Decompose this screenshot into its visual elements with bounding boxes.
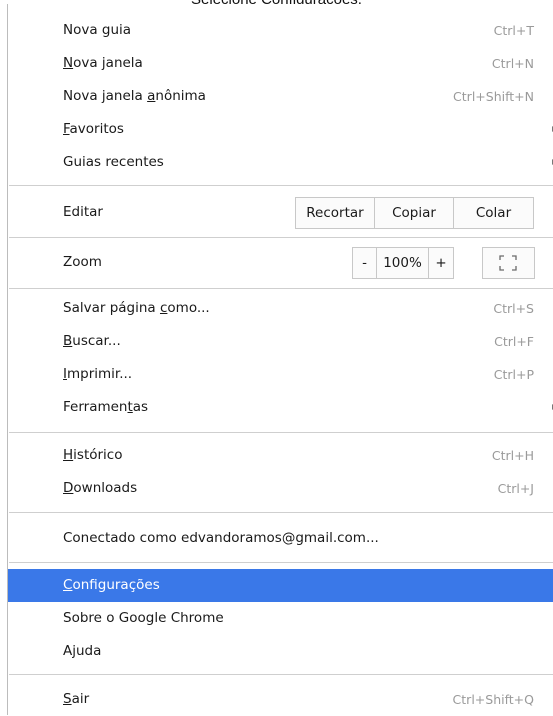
menu-item-shortcut: Ctrl+J xyxy=(497,481,534,496)
label-rest: mprimir... xyxy=(66,366,133,382)
menu-item-conectado[interactable]: Conectado como edvandoramos@gmail.com... xyxy=(8,522,553,555)
chrome-menu: Nova guia Ctrl+T Nova janela Ctrl+N Nova… xyxy=(7,4,553,715)
menu-item-sair[interactable]: Sair Ctrl+Shift+Q xyxy=(8,683,553,716)
menu-item-label: Zoom xyxy=(63,254,102,270)
menu-item-label: Ferramentas xyxy=(63,391,148,424)
zoom-level: 100% xyxy=(376,248,428,278)
menu-item-label: Sair xyxy=(63,683,89,716)
menu-item-label: Downloads xyxy=(63,472,137,505)
mnemonic: B xyxy=(63,333,73,349)
menu-item-imprimir[interactable]: Imprimir... Ctrl+P xyxy=(8,358,553,391)
menu-item-label: Histórico xyxy=(63,439,122,472)
menu-item-ajuda[interactable]: Ajuda xyxy=(8,635,553,668)
label-rest: avoritos xyxy=(69,121,124,137)
separator xyxy=(9,512,553,513)
mnemonic: S xyxy=(63,691,72,707)
label-rest: ownloads xyxy=(73,480,138,496)
label-rest: uscar... xyxy=(72,333,121,349)
menu-item-shortcut: Ctrl+Shift+Q xyxy=(452,692,534,707)
colar-button[interactable]: Colar xyxy=(453,198,533,228)
menu-item-favoritos[interactable]: Favoritos xyxy=(8,113,553,146)
separator xyxy=(9,185,553,186)
menu-item-label: Ajuda xyxy=(63,643,102,659)
label-rest: onfigurações xyxy=(72,577,160,593)
mnemonic: N xyxy=(63,55,74,71)
menu-item-shortcut: Ctrl+N xyxy=(491,56,534,71)
menu-item-shortcut: Ctrl+H xyxy=(491,448,534,463)
label-rest: air xyxy=(71,691,90,707)
mnemonic: D xyxy=(63,480,74,496)
menu-item-nova-guia[interactable]: Nova guia Ctrl+T xyxy=(8,14,553,47)
label-pre: Salvar página xyxy=(63,300,160,316)
zoom-out-button[interactable]: - xyxy=(353,248,376,278)
menu-item-sobre[interactable]: Sobre o Google Chrome xyxy=(8,602,553,635)
fullscreen-icon xyxy=(499,255,517,271)
menu-item-shortcut: Ctrl+F xyxy=(494,334,534,349)
menu-item-buscar[interactable]: Buscar... Ctrl+F xyxy=(8,325,553,358)
copiar-button[interactable]: Copiar xyxy=(374,198,453,228)
menu-item-nova-janela-anonima[interactable]: Nova janela anônima Ctrl+Shift+N xyxy=(8,80,553,113)
fullscreen-button[interactable] xyxy=(482,247,535,279)
label-pre: Nova janela xyxy=(63,88,148,104)
zoom-controls: - 100% + xyxy=(352,247,454,279)
menu-item-shortcut: Ctrl+Shift+N xyxy=(453,89,534,104)
separator xyxy=(9,562,553,563)
menu-item-shortcut: Ctrl+T xyxy=(493,23,534,38)
menu-item-guias-recentes[interactable]: Guias recentes xyxy=(8,146,553,179)
menu-item-label: Buscar... xyxy=(63,325,121,358)
recortar-button[interactable]: Recortar xyxy=(296,198,374,228)
label-rest: ova janela xyxy=(73,55,143,71)
mnemonic: H xyxy=(63,447,74,463)
label-rest: as xyxy=(132,399,149,415)
menu-item-editar: Editar Recortar Copiar Colar xyxy=(8,190,553,234)
menu-item-label: Sobre o Google Chrome xyxy=(63,610,224,626)
menu-item-label: Favoritos xyxy=(63,113,124,146)
menu-item-label: Nova janela anônima xyxy=(63,80,206,113)
menu-item-zoom: Zoom - 100% + xyxy=(8,240,553,284)
menu-item-ferramentas[interactable]: Ferramentas xyxy=(8,391,553,424)
menu-item-salvar-pagina[interactable]: Salvar página como... Ctrl+S xyxy=(8,292,553,325)
label-rest: omo... xyxy=(167,300,210,316)
menu-item-label: Imprimir... xyxy=(63,358,132,391)
menu-item-downloads[interactable]: Downloads Ctrl+J xyxy=(8,472,553,505)
label-pre: Ferramen xyxy=(63,399,128,415)
menu-item-label: Nova guia xyxy=(63,22,132,38)
separator xyxy=(9,288,553,289)
separator xyxy=(9,432,553,433)
menu-item-label: Nova janela xyxy=(63,47,143,80)
separator xyxy=(9,674,553,675)
menu-item-label: Configurações xyxy=(63,569,160,602)
edit-button-group: Recortar Copiar Colar xyxy=(295,197,534,229)
menu-item-shortcut: Ctrl+P xyxy=(493,367,534,382)
menu-item-label: Editar xyxy=(63,204,103,220)
menu-item-historico[interactable]: Histórico Ctrl+H xyxy=(8,439,553,472)
menu-item-label: Conectado como edvandoramos@gmail.com... xyxy=(63,530,379,546)
menu-item-label: Salvar página como... xyxy=(63,292,210,325)
zoom-in-button[interactable]: + xyxy=(428,248,453,278)
label-rest: nônima xyxy=(155,88,206,104)
label-rest: istórico xyxy=(73,447,123,463)
menu-item-label: Guias recentes xyxy=(63,154,164,170)
menu-item-shortcut: Ctrl+S xyxy=(493,301,534,316)
menu-item-configuracoes[interactable]: Configurações xyxy=(8,569,553,602)
separator xyxy=(9,237,553,238)
menu-item-nova-janela[interactable]: Nova janela Ctrl+N xyxy=(8,47,553,80)
